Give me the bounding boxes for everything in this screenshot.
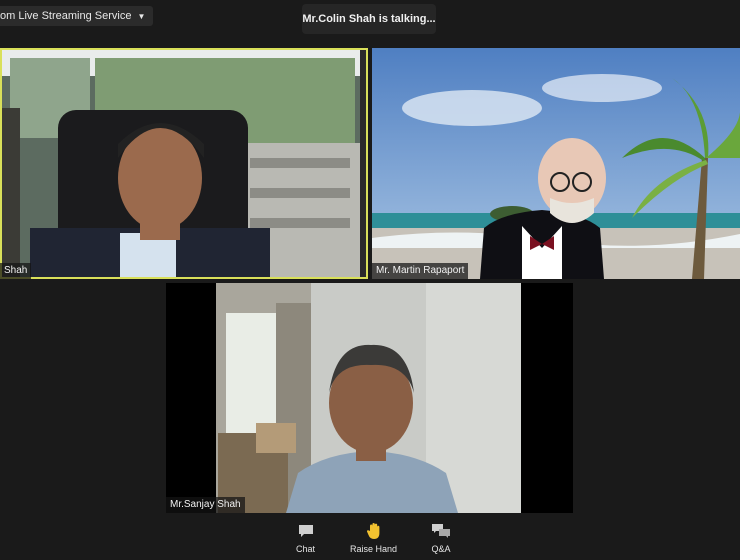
participant-name: Mr.Sanjay Shah [170, 499, 241, 510]
raise-hand-label: Raise Hand [350, 544, 398, 554]
raise-hand-icon [366, 522, 382, 540]
qa-icon [431, 522, 451, 540]
participant-name-tag: Mr.Sanjay Shah [166, 497, 245, 513]
video-tile-active-speaker[interactable]: Shah [0, 48, 368, 279]
talking-indicator: Mr.Colin Shah is talking... [302, 4, 436, 34]
participant-name-tag: Shah [0, 263, 32, 279]
streaming-service-label: om Live Streaming Service [0, 10, 132, 22]
streaming-service-dropdown[interactable]: om Live Streaming Service ▼ [0, 6, 154, 26]
video-feed-image [166, 283, 573, 513]
raise-hand-button[interactable]: Raise Hand [350, 522, 397, 554]
participant-name-tag: Mr. Martin Rapaport [372, 263, 469, 279]
qa-button[interactable]: Q&A [431, 522, 451, 554]
meeting-toolbar: Chat Raise Hand Q&A [0, 518, 740, 560]
talking-indicator-text: Mr.Colin Shah is talking... [302, 13, 436, 25]
qa-label: Q&A [431, 544, 451, 554]
chat-label: Chat [296, 544, 316, 554]
video-tile-participant[interactable]: Mr.Sanjay Shah [166, 283, 573, 513]
participant-name: Mr. Martin Rapaport [376, 265, 465, 276]
chat-icon [297, 522, 315, 540]
video-feed-image [372, 48, 740, 279]
video-feed-image [0, 48, 368, 279]
chat-button[interactable]: Chat [296, 522, 315, 554]
chevron-down-icon: ▼ [137, 11, 146, 21]
participant-name: Shah [4, 265, 28, 276]
video-tile-participant[interactable]: Mr. Martin Rapaport [372, 48, 740, 279]
